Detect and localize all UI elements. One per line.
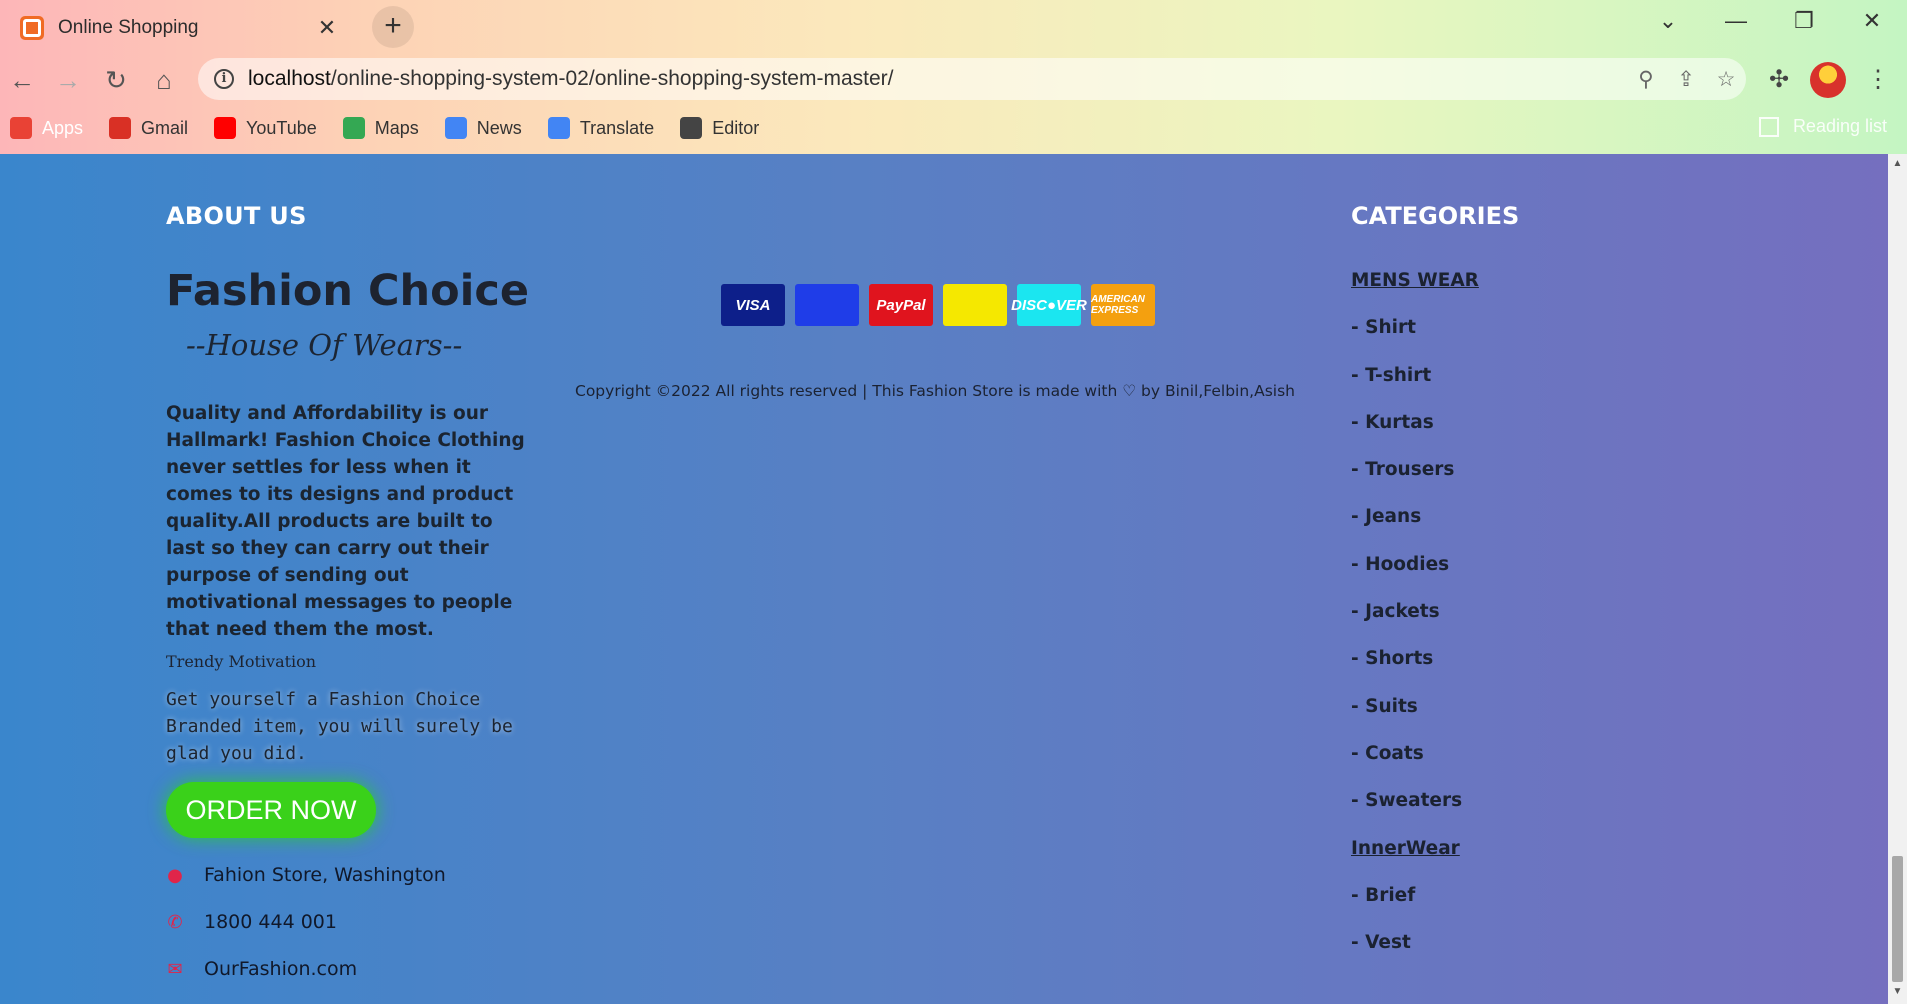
bookmark-label: Apps xyxy=(42,117,84,138)
order-now-button[interactable]: ORDER NOW xyxy=(166,782,376,838)
reload-icon[interactable]: ↻ xyxy=(100,64,132,96)
payment-card-icon: DISC●VER xyxy=(1011,284,1087,326)
gmail-icon xyxy=(109,117,132,139)
category-item[interactable]: - Jeans xyxy=(1351,506,1479,553)
payment-card-icon xyxy=(943,284,1007,326)
category-item[interactable]: - Suits xyxy=(1351,696,1479,743)
scroll-up-icon[interactable]: ▲ xyxy=(1888,158,1907,174)
share-icon[interactable]: ⇪ xyxy=(1666,67,1706,92)
category-heading[interactable]: InnerWear xyxy=(1351,838,1479,885)
address-row: ● Fahion Store, Washington xyxy=(166,864,446,886)
about-heading: ABOUT US xyxy=(166,202,307,230)
tab-strip: Online Shopping ✕ + ⌄ — ❐ ✕ xyxy=(0,0,1907,50)
payment-card-icon xyxy=(795,284,859,326)
translate-icon xyxy=(547,117,570,139)
brand-tagline: --House Of Wears-- xyxy=(186,328,463,362)
category-item[interactable]: - Shorts xyxy=(1351,648,1479,695)
payment-cards: VISA PayPal DISC●VER AMERICAN EXPRESS xyxy=(721,284,1155,326)
category-item[interactable]: - T-shirt xyxy=(1351,365,1479,412)
mail-icon: ✉ xyxy=(167,958,183,980)
phone-text: 1800 444 001 xyxy=(204,911,337,933)
reading-list-button[interactable]: Reading list xyxy=(1758,116,1887,137)
motivation-label: Trendy Motivation xyxy=(166,652,317,671)
bookmark-star-icon[interactable]: ☆ xyxy=(1706,67,1746,92)
browser-chrome: Online Shopping ✕ + ⌄ — ❐ ✕ ← → ↻ ⌂ i lo… xyxy=(0,0,1907,154)
category-item[interactable]: - Trousers xyxy=(1351,459,1479,506)
restore-icon[interactable]: ❐ xyxy=(1784,8,1824,34)
tab-title: Online Shopping xyxy=(58,17,199,38)
bookmark-label: YouTube xyxy=(246,117,317,138)
toolbar: ← → ↻ ⌂ i localhost/online-shopping-syst… xyxy=(0,54,1907,104)
new-tab-button[interactable]: + xyxy=(372,6,414,48)
reading-list-icon xyxy=(1758,116,1779,137)
payment-card-icon: PayPal xyxy=(869,284,933,326)
about-text: Quality and Affordability is our Hallmar… xyxy=(166,403,525,640)
home-icon[interactable]: ⌂ xyxy=(148,64,180,96)
bookmark-youtube[interactable]: YouTube xyxy=(214,117,317,139)
address-bar[interactable]: i localhost/online-shopping-system-02/on… xyxy=(198,58,1746,100)
extensions-icon[interactable]: ✣ xyxy=(1761,62,1797,98)
bookmark-translate[interactable]: Translate xyxy=(547,117,655,139)
editor-icon xyxy=(680,117,703,139)
location-pin-icon: ● xyxy=(167,864,183,886)
brand-name: Fashion Choice xyxy=(166,266,530,316)
category-item[interactable]: - Brief xyxy=(1351,885,1479,932)
scroll-down-icon[interactable]: ▼ xyxy=(1888,986,1907,1002)
bookmark-gmail[interactable]: Gmail xyxy=(109,117,188,139)
category-heading[interactable]: MENS WEAR xyxy=(1351,270,1479,317)
category-item[interactable]: - Vest xyxy=(1351,932,1479,979)
close-window-icon[interactable]: ✕ xyxy=(1852,8,1892,34)
category-item[interactable]: - Coats xyxy=(1351,743,1479,790)
address-text: Fahion Store, Washington xyxy=(204,864,446,886)
bookmark-label: Gmail xyxy=(141,117,189,138)
payment-card-icon: AMERICAN EXPRESS xyxy=(1091,284,1155,326)
menu-kebab-icon[interactable]: ⋮ xyxy=(1860,62,1896,98)
browser-tab[interactable]: Online Shopping ✕ xyxy=(8,6,353,50)
category-item[interactable]: - Kurtas xyxy=(1351,412,1479,459)
tab-search-icon[interactable]: ⌄ xyxy=(1648,8,1688,34)
category-item[interactable]: - Shirt xyxy=(1351,317,1479,364)
copyright-text: Copyright ©2022 All rights reserved | Th… xyxy=(575,382,1295,400)
bookmark-editor[interactable]: Editor xyxy=(680,117,759,139)
category-item[interactable]: - Hoodies xyxy=(1351,554,1479,601)
bookmarks-bar: Apps Gmail YouTube Maps News Translate Editor R… xyxy=(0,108,1907,148)
bookmark-label: News xyxy=(476,117,522,138)
phone-icon: ✆ xyxy=(167,911,183,933)
vertical-scrollbar[interactable]: ▲ ▼ xyxy=(1888,154,1907,1004)
youtube-icon xyxy=(214,117,237,139)
website-text[interactable]: OurFashion.com xyxy=(204,958,357,980)
motivation-text: Get yourself a Fashion Choice Branded it… xyxy=(166,689,513,764)
xampp-favicon-icon xyxy=(20,16,44,40)
forward-icon[interactable]: → xyxy=(52,64,84,96)
url-text[interactable]: localhost/online-shopping-system-02/onli… xyxy=(248,67,1626,91)
zoom-icon[interactable]: ⚲ xyxy=(1626,67,1666,92)
back-icon[interactable]: ← xyxy=(6,64,38,96)
bookmark-label: Editor xyxy=(712,117,760,138)
category-item[interactable]: - Sweaters xyxy=(1351,790,1479,837)
bookmark-news[interactable]: News xyxy=(444,117,522,139)
scroll-thumb[interactable] xyxy=(1892,856,1903,982)
category-item[interactable]: - Jackets xyxy=(1351,601,1479,648)
bookmark-apps[interactable]: Apps xyxy=(10,117,83,139)
news-icon xyxy=(444,117,467,139)
payment-card-icon: VISA xyxy=(721,284,785,326)
site-info-icon[interactable]: i xyxy=(214,69,234,89)
bookmark-maps[interactable]: Maps xyxy=(342,117,419,139)
maps-icon xyxy=(342,117,365,139)
minimize-icon[interactable]: — xyxy=(1716,8,1756,34)
categories-list: MENS WEAR - Shirt - T-shirt - Kurtas - Trous… xyxy=(1351,270,1479,979)
reading-list-label: Reading list xyxy=(1792,116,1887,136)
tab-close-icon[interactable]: ✕ xyxy=(313,15,341,41)
bookmark-label: Translate xyxy=(579,117,655,138)
website-row: ✉ OurFashion.com xyxy=(166,958,357,980)
bookmark-label: Maps xyxy=(374,117,419,138)
categories-heading: CATEGORIES xyxy=(1351,202,1520,230)
apps-icon xyxy=(10,117,32,139)
footer-section: ABOUT US Fashion Choice --House Of Wears… xyxy=(0,154,1888,1004)
profile-avatar[interactable] xyxy=(1810,62,1846,98)
phone-row: ✆ 1800 444 001 xyxy=(166,911,337,933)
